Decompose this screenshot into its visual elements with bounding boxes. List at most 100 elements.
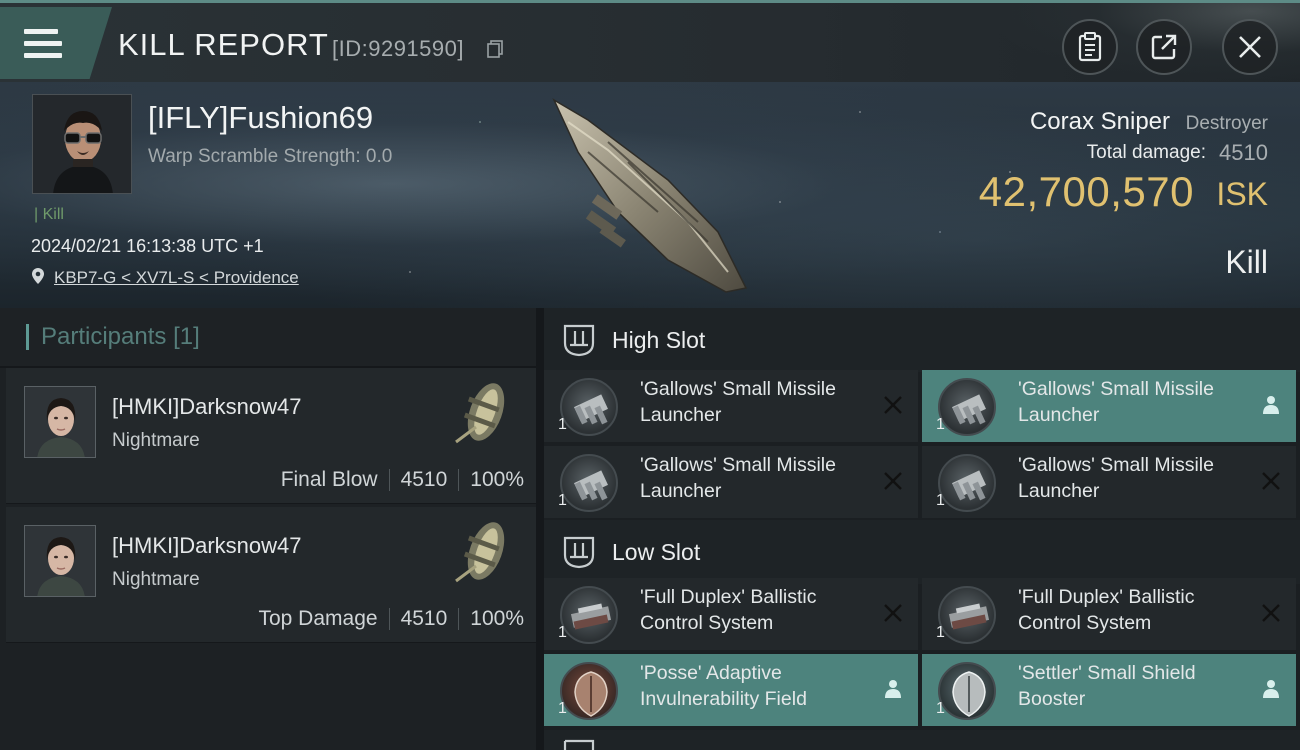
victim-ship-name[interactable]: Corax Sniper	[1030, 108, 1170, 136]
missile-launcher-icon	[938, 454, 996, 512]
module-item[interactable]: 1 'Posse' Adaptive Invulnerability Field	[544, 654, 918, 726]
victim-header: [IFLY]Fushion69 Warp Scramble Strength: …	[0, 82, 1300, 308]
share-icon	[1151, 34, 1177, 60]
low-slot-header: Low Slot	[544, 520, 1300, 584]
destroyed-x-icon	[884, 396, 902, 414]
mid-slot-icon	[563, 739, 595, 750]
top-bar: KILL REPORT [ID:9291590]	[0, 0, 1300, 85]
participant-ship-image[interactable]	[446, 372, 516, 454]
participant-row[interactable]: [HMKI]Darksnow47 Nightmare Final Blow 45…	[6, 368, 536, 504]
victim-ship-image[interactable]	[548, 92, 758, 302]
close-icon	[1239, 36, 1261, 58]
missile-launcher-icon	[938, 378, 996, 436]
module-quantity: 1	[936, 416, 945, 433]
page-title: KILL REPORT	[118, 27, 329, 62]
participants-header: Participants [1]	[0, 308, 536, 368]
close-button[interactable]	[1222, 19, 1278, 75]
module-quantity: 1	[558, 492, 567, 509]
victim-ship-class: Destroyer	[1185, 113, 1268, 134]
missile-launcher-icon	[560, 454, 618, 512]
participant-percent: 100%	[470, 607, 524, 630]
stats-divider	[458, 608, 460, 630]
participant-role: Top Damage	[258, 607, 378, 630]
dropped-person-icon	[1263, 396, 1279, 414]
victim-name[interactable]: [IFLY]Fushion69	[148, 100, 373, 136]
clipboard-icon	[1078, 32, 1102, 62]
module-quantity: 1	[936, 492, 945, 509]
low-slot-icon	[563, 536, 595, 569]
participant-damage: 4510	[400, 607, 448, 630]
module-item[interactable]: 1 'Full Duplex' Ballistic Control System	[922, 578, 1296, 650]
module-name: 'Gallows' Small Missile Launcher	[1018, 454, 1214, 502]
destroyed-x-icon	[1262, 472, 1280, 490]
destroyed-x-icon	[884, 472, 902, 490]
stats-divider	[388, 469, 390, 491]
participant-name[interactable]: [HMKI]Darksnow47	[112, 533, 302, 559]
module-quantity: 1	[558, 624, 567, 641]
module-quantity: 1	[558, 700, 567, 717]
module-name: 'Full Duplex' Ballistic Control System	[640, 586, 817, 634]
module-item[interactable]: 1 'Gallows' Small Missile Launcher	[544, 370, 918, 442]
participants-panel: Participants [1] [HMKI]Darksnow47 Nightm…	[0, 308, 540, 750]
destroyed-x-icon	[1262, 604, 1280, 622]
total-damage-label: Total damage:	[1086, 142, 1206, 163]
module-quantity: 1	[558, 416, 567, 433]
participant-ship-image[interactable]	[446, 511, 516, 593]
stats-divider	[388, 608, 390, 630]
victim-avatar-image	[33, 95, 131, 193]
missile-launcher-icon	[560, 378, 618, 436]
fitting-panel: High Slot 1 'Gallows' Small Missile Laun…	[544, 308, 1300, 750]
share-button[interactable]	[1136, 19, 1192, 75]
next-slot-header	[544, 730, 1300, 750]
participant-avatar[interactable]	[24, 386, 96, 458]
module-item[interactable]: 1 'Full Duplex' Ballistic Control System	[544, 578, 918, 650]
module-quantity: 1	[936, 700, 945, 717]
module-name: 'Full Duplex' Ballistic Control System	[1018, 586, 1195, 634]
ballistic-control-icon	[560, 586, 618, 644]
module-name: 'Settler' Small Shield Booster	[1018, 662, 1196, 710]
location-pin-icon	[32, 268, 44, 284]
module-name: 'Gallows' Small Missile Launcher	[640, 378, 836, 426]
participant-portrait-image	[25, 387, 95, 457]
victim-portrait[interactable]	[32, 94, 132, 194]
kill-tag: | Kill	[34, 206, 64, 223]
shield-booster-icon	[938, 662, 996, 720]
participant-percent: 100%	[470, 468, 524, 491]
ballistic-control-icon	[938, 586, 996, 644]
participant-damage: 4510	[400, 468, 448, 491]
module-item[interactable]: 1 'Gallows' Small Missile Launcher	[922, 370, 1296, 442]
module-item[interactable]: 1 'Settler' Small Shield Booster	[922, 654, 1296, 726]
copy-icon[interactable]	[486, 40, 504, 58]
report-id: [ID:9291590]	[332, 36, 464, 61]
high-slot-header: High Slot	[544, 308, 1300, 372]
high-slot-icon	[563, 324, 595, 357]
invulnerability-field-icon	[560, 662, 618, 720]
module-item[interactable]: 1 'Gallows' Small Missile Launcher	[922, 446, 1296, 518]
kill-datetime: 2024/02/21 16:13:38 UTC +1	[31, 236, 264, 256]
total-damage-value: 4510	[1219, 140, 1268, 165]
stats-divider	[458, 469, 460, 491]
participant-name[interactable]: [HMKI]Darksnow47	[112, 394, 302, 420]
clipboard-button[interactable]	[1062, 19, 1118, 75]
isk-value: 42,700,570	[978, 168, 1194, 215]
hamburger-menu-icon	[24, 29, 62, 59]
participant-ship: Nightmare	[112, 569, 200, 590]
warp-scramble-strength: Warp Scramble Strength: 0.0	[148, 146, 393, 167]
module-quantity: 1	[936, 624, 945, 641]
location-link[interactable]: KBP7-G < XV7L-S < Providence	[54, 268, 299, 288]
menu-button[interactable]	[0, 7, 112, 79]
participant-stats: Top Damage 4510 100%	[258, 607, 524, 631]
participant-portrait-image	[25, 526, 95, 596]
dropped-person-icon	[1263, 680, 1279, 698]
kill-type: Kill	[1225, 244, 1268, 280]
participant-avatar[interactable]	[24, 525, 96, 597]
module-item[interactable]: 1 'Gallows' Small Missile Launcher	[544, 446, 918, 518]
participant-row[interactable]: [HMKI]Darksnow47 Nightmare Top Damage 45…	[6, 507, 536, 643]
participant-stats: Final Blow 4510 100%	[281, 468, 524, 492]
dropped-person-icon	[885, 680, 901, 698]
participants-accent-bar	[26, 324, 29, 350]
destroyed-x-icon	[884, 604, 902, 622]
participants-title: Participants [1]	[41, 323, 200, 350]
participant-role: Final Blow	[280, 468, 378, 491]
isk-unit: ISK	[1216, 176, 1268, 212]
